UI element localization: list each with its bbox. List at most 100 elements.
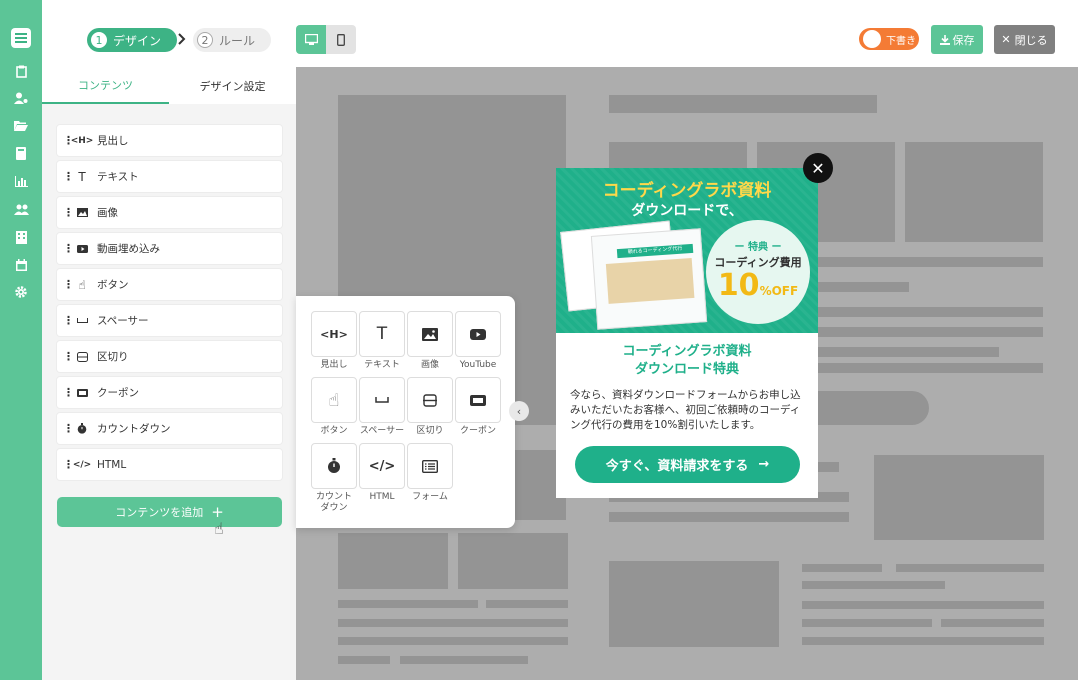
item-label: スペーサー (97, 315, 149, 327)
menu-icon[interactable] (11, 28, 31, 48)
mobile-view-button[interactable] (326, 25, 356, 54)
pointer-icon: ☝ (311, 377, 357, 423)
cta-button[interactable]: 今すぐ、資料請求をする → (575, 446, 800, 483)
list-item[interactable]: ⋮ T テキスト (57, 161, 282, 192)
palette-item-coupon[interactable]: クーポン (455, 377, 501, 437)
drag-handle-icon[interactable]: ⋮ (63, 170, 74, 183)
draft-toggle[interactable]: 下書き (859, 28, 919, 50)
collapse-chevron-icon[interactable]: ‹ (509, 401, 529, 421)
cta-label: 今すぐ、資料請求をする (605, 459, 749, 474)
user-settings-icon[interactable] (12, 89, 30, 107)
palette-item-countdown[interactable]: カウント ダウン (311, 443, 357, 514)
palette-item-image[interactable]: 画像 (407, 311, 453, 371)
drag-handle-icon[interactable]: ⋮ (63, 422, 74, 435)
drag-handle-icon[interactable]: ⋮ (63, 350, 74, 363)
popup-headline: コーディングラボ資料 (602, 181, 772, 201)
drag-handle-icon[interactable]: ⋮ (63, 242, 74, 255)
users-icon[interactable] (12, 200, 30, 218)
popup-preview[interactable]: コーディングラボ資料 ダウンロードで、 頼れるコーディング代行 ー 特典 ー コ… (556, 168, 818, 498)
app-sidebar (0, 0, 42, 680)
toggle-knob (863, 30, 881, 48)
palette-item-heading[interactable]: <H> 見出し (311, 311, 357, 371)
code-icon: </> (72, 459, 92, 470)
add-content-button[interactable]: コンテンツを追加 + (57, 497, 282, 527)
content-list: ⋮ <H> 見出し ⋮ T テキスト ⋮ 画像 ⋮ 動画埋め込み ⋮ ☝ ボタン ⋮ スペーサー … (57, 125, 282, 485)
image-icon (407, 311, 453, 357)
item-label: 動画埋め込み (97, 243, 160, 255)
building-icon[interactable] (12, 228, 30, 246)
palette-label: スペーサー (359, 426, 405, 436)
item-label: ボタン (97, 279, 129, 291)
step-label: デザイン (113, 33, 162, 48)
item-label: 区切り (97, 351, 129, 363)
drag-handle-icon[interactable]: ⋮ (63, 458, 74, 471)
list-item[interactable]: ⋮ </> HTML (57, 449, 282, 480)
heading-icon: <H> (70, 135, 94, 146)
pointer-icon: ☝ (78, 277, 86, 292)
desktop-icon (304, 34, 318, 45)
content-palette: <H> 見出し T テキスト 画像 YouTube ☝ ボタン スペーサー 区切… (296, 296, 529, 528)
palette-label: フォーム (412, 492, 448, 502)
clipboard-icon[interactable] (12, 62, 30, 80)
tab-design-settings[interactable]: デザイン設定 (169, 67, 296, 104)
mobile-icon (337, 33, 345, 46)
calendar-icon[interactable] (12, 256, 30, 274)
divider-icon (73, 351, 91, 362)
video-icon (73, 244, 91, 253)
palette-item-youtube[interactable]: YouTube (455, 311, 501, 371)
item-label: HTML (97, 458, 127, 471)
palette-item-text[interactable]: T テキスト (359, 311, 405, 371)
close-label: 閉じる (1014, 33, 1048, 47)
palette-item-form[interactable]: フォーム (407, 443, 453, 503)
badge-label: ー 特典 ー (734, 242, 782, 253)
chart-icon[interactable] (12, 172, 30, 190)
palette-item-divider[interactable]: 区切り (407, 377, 453, 437)
list-item[interactable]: ⋮ ☝ ボタン (57, 269, 282, 300)
popup-close-icon[interactable]: ✕ (803, 153, 833, 183)
panel-tabs: コンテンツ デザイン設定 (42, 67, 296, 104)
divider-icon (407, 377, 453, 423)
list-item[interactable]: ⋮ カウントダウン (57, 413, 282, 444)
arrow-right-icon: → (758, 457, 770, 472)
popup-subheadline: ダウンロードで、 (631, 203, 743, 219)
palette-label: 区切り (416, 426, 444, 436)
palette-item-html[interactable]: </> HTML (359, 443, 405, 503)
list-item[interactable]: ⋮ クーポン (57, 377, 282, 408)
drag-handle-icon[interactable]: ⋮ (63, 386, 74, 399)
list-item[interactable]: ⋮ スペーサー (57, 305, 282, 336)
list-item[interactable]: ⋮ 画像 (57, 197, 282, 228)
code-icon: </> (359, 443, 405, 489)
folder-open-icon[interactable] (12, 116, 30, 134)
draft-label: 下書き (886, 35, 916, 47)
step-rule[interactable]: 2 ルール (193, 28, 272, 52)
list-item[interactable]: ⋮ <H> 見出し (57, 125, 282, 156)
image-icon (73, 208, 91, 217)
list-item[interactable]: ⋮ 区切り (57, 341, 282, 372)
drag-handle-icon[interactable]: ⋮ (63, 314, 74, 327)
calculator-icon[interactable] (12, 144, 30, 162)
desktop-view-button[interactable] (296, 25, 326, 54)
palette-label: クーポン (459, 426, 496, 436)
timer-icon (73, 423, 91, 434)
gear-icon[interactable] (12, 283, 30, 301)
form-icon (407, 443, 453, 489)
item-label: 画像 (97, 207, 118, 219)
palette-label: 画像 (420, 360, 439, 370)
drag-handle-icon[interactable]: ⋮ (63, 278, 74, 291)
palette-item-button[interactable]: ☝ ボタン (311, 377, 357, 437)
popup-body: 今なら、資料ダウンロードフォームからお申し込みいただいたお客様へ、初回ご依頼時の… (570, 389, 801, 431)
palette-label: HTML (369, 492, 395, 502)
save-button[interactable]: 保存 (931, 25, 983, 54)
timer-icon (311, 443, 357, 489)
coupon-icon (73, 388, 91, 397)
text-icon: T (78, 169, 86, 184)
drag-handle-icon[interactable]: ⋮ (63, 206, 74, 219)
list-item[interactable]: ⋮ 動画埋め込み (57, 233, 282, 264)
item-label: クーポン (97, 387, 139, 399)
palette-item-spacer[interactable]: スペーサー (359, 377, 405, 437)
document-image: 頼れるコーディング代行 (590, 228, 708, 330)
step-design[interactable]: 1 デザイン (87, 28, 178, 52)
close-button[interactable]: ✕ 閉じる (994, 25, 1055, 54)
tab-contents[interactable]: コンテンツ (42, 67, 169, 104)
add-content-label: コンテンツを追加 (115, 506, 204, 519)
